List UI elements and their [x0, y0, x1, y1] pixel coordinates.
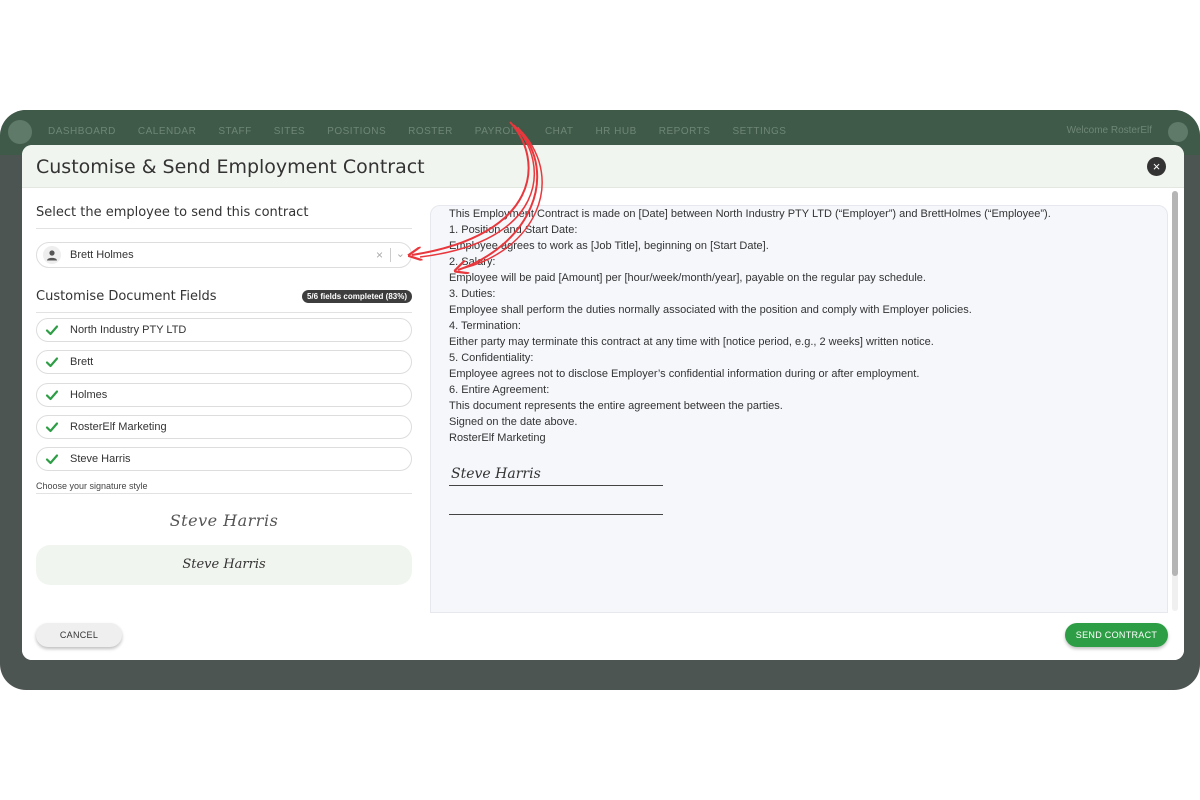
nav-item-calendar[interactable]: CALENDAR	[138, 126, 196, 137]
employer-signature-line: Steve Harris	[449, 462, 663, 486]
divider	[36, 493, 412, 494]
nav-item-hr-hub[interactable]: HR HUB	[595, 126, 636, 137]
field-first-name[interactable]: Brett	[36, 350, 412, 375]
employment-contract-modal: Customise & Send Employment Contract × S…	[22, 145, 1184, 660]
employee-select-value: Brett Holmes	[70, 249, 134, 261]
contract-preview: This Employment Contract is made on [Dat…	[430, 205, 1168, 613]
contract-line: Either party may terminate this contract…	[449, 336, 934, 348]
contract-line: 3. Duties:	[449, 288, 496, 300]
signature-style-label: Choose your signature style	[36, 481, 148, 491]
send-contract-button[interactable]: SEND CONTRACT	[1065, 623, 1168, 647]
contract-text: This Employment Contract is made on [Dat…	[449, 206, 1149, 446]
fields-progress-badge: 5/6 fields completed (83%)	[301, 290, 412, 303]
field-signer-name[interactable]: Steve Harris	[36, 447, 412, 472]
nav-item-reports[interactable]: REPORTS	[659, 126, 711, 137]
welcome-text: Welcome RosterElf	[1066, 125, 1152, 136]
contract-line: Employee shall perform the duties normal…	[449, 304, 972, 316]
document-field-list: North Industry PTY LTD Brett Holmes Rost…	[36, 318, 412, 479]
avatar[interactable]	[1168, 122, 1188, 142]
contract-line: Employee will be paid [Amount] per [hour…	[449, 272, 926, 284]
cancel-button[interactable]: CANCEL	[36, 623, 122, 647]
field-value: RosterElf Marketing	[70, 420, 167, 433]
nav-item-staff[interactable]: STAFF	[218, 126, 251, 137]
check-icon	[45, 389, 59, 400]
signature-preview: Steve Harris	[169, 511, 279, 530]
nav-item-settings[interactable]: SETTINGS	[732, 126, 786, 137]
contract-line: 2. Salary:	[449, 256, 496, 268]
contract-line: Employee agrees to work as [Job Title], …	[449, 240, 769, 252]
signature-option-script-selected[interactable]: Steve Harris	[36, 545, 412, 585]
check-icon	[45, 325, 59, 336]
nav-item-positions[interactable]: POSITIONS	[327, 126, 386, 137]
field-value: North Industry PTY LTD	[70, 324, 187, 336]
nav-item-chat[interactable]: CHAT	[545, 126, 573, 137]
field-signer-company[interactable]: RosterElf Marketing	[36, 414, 412, 439]
document-fields-header: Customise Document Fields 5/6 fields com…	[36, 287, 412, 307]
divider	[390, 248, 391, 262]
employee-select[interactable]: Brett Holmes × ⌄	[36, 242, 412, 268]
signature-option-ornate[interactable]: Steve Harris	[36, 505, 412, 537]
field-value: Steve Harris	[70, 453, 131, 466]
check-icon	[45, 357, 59, 368]
field-value: Brett	[70, 356, 94, 369]
clear-icon[interactable]: ×	[376, 248, 383, 262]
document-fields-label: Customise Document Fields	[36, 289, 217, 304]
contract-line: Employee agrees not to disclose Employer…	[449, 368, 920, 380]
contract-line: 1. Position and Start Date:	[449, 224, 578, 236]
modal-title: Customise & Send Employment Contract	[36, 156, 425, 178]
field-employer-name[interactable]: North Industry PTY LTD	[36, 318, 412, 342]
contract-settings-panel: Select the employee to send this contrac…	[36, 205, 412, 585]
employer-signature: Steve Harris	[451, 466, 541, 482]
nav-item-dashboard[interactable]: DASHBOARD	[48, 126, 116, 137]
close-icon[interactable]: ×	[1147, 157, 1166, 176]
app-logo-icon	[8, 120, 32, 144]
signature-preview: Steve Harris	[182, 557, 266, 572]
check-icon	[45, 454, 59, 465]
employee-signature-line	[449, 514, 663, 515]
modal-header: Customise & Send Employment Contract ×	[22, 145, 1184, 188]
contract-line: This Employment Contract is made on [Dat…	[449, 208, 1051, 220]
contract-line: 6. Entire Agreement:	[449, 384, 550, 396]
field-last-name[interactable]: Holmes	[36, 382, 412, 407]
field-value: Holmes	[70, 388, 108, 401]
nav-menu: DASHBOARD CALENDAR STAFF SITES POSITIONS…	[48, 126, 808, 137]
contract-line: 5. Confidentiality:	[449, 352, 534, 364]
contract-line: RosterElf Marketing	[449, 432, 546, 444]
employee-select-label: Select the employee to send this contrac…	[36, 205, 309, 220]
check-icon	[45, 422, 59, 432]
document-scrollbar[interactable]	[1172, 191, 1178, 611]
modal-footer: CANCEL SEND CONTRACT	[22, 613, 1184, 660]
scrollbar-thumb[interactable]	[1172, 191, 1178, 576]
contract-line: Signed on the date above.	[449, 416, 578, 428]
divider	[36, 312, 412, 313]
contract-line: 4. Termination:	[449, 320, 521, 332]
divider	[36, 228, 412, 229]
user-icon	[43, 246, 61, 264]
chevron-down-icon[interactable]: ⌄	[396, 247, 405, 260]
nav-item-sites[interactable]: SITES	[274, 126, 305, 137]
nav-item-roster[interactable]: ROSTER	[408, 126, 453, 137]
nav-item-payroll[interactable]: PAYROLL	[475, 126, 523, 137]
contract-line: This document represents the entire agre…	[449, 400, 783, 412]
